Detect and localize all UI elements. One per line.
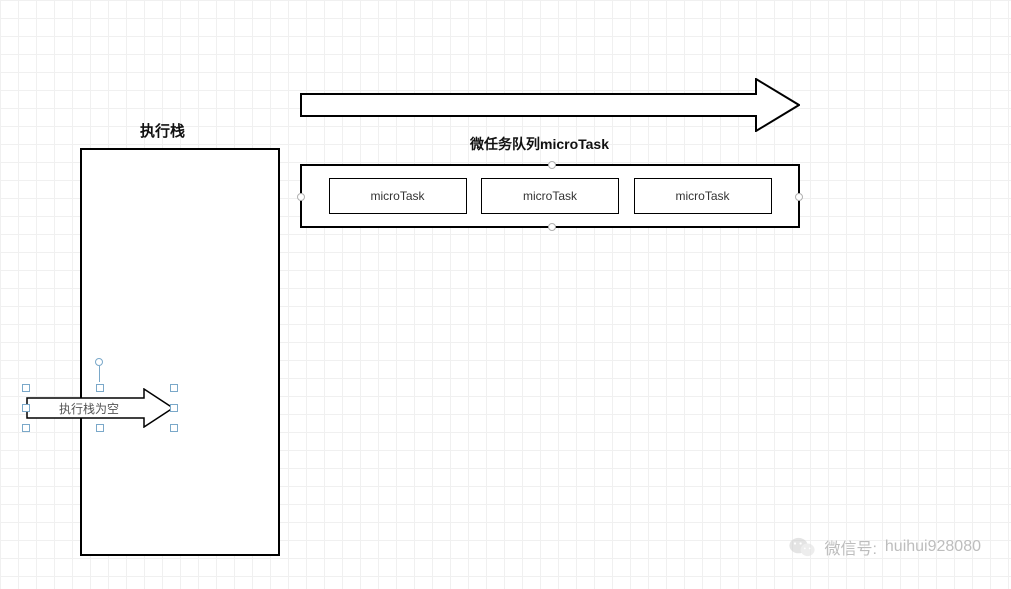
microtask-item-label: microTask xyxy=(523,189,577,203)
connection-point-w[interactable] xyxy=(297,193,305,201)
connection-point-n[interactable] xyxy=(548,161,556,169)
microtask-item-label: microTask xyxy=(675,189,729,203)
microtask-item-label: microTask xyxy=(370,189,424,203)
connection-point-s[interactable] xyxy=(548,223,556,231)
selection-handle-se[interactable] xyxy=(170,424,178,432)
selection-rotate-handle[interactable] xyxy=(95,358,103,366)
selection-handle-s[interactable] xyxy=(96,424,104,432)
selection-handle-sw[interactable] xyxy=(22,424,30,432)
stack-empty-arrow[interactable]: 执行栈为空 xyxy=(26,388,174,428)
selection-handle-w[interactable] xyxy=(22,404,30,412)
selection-handle-n[interactable] xyxy=(96,384,104,392)
watermark-id: huihui928080 xyxy=(885,538,981,556)
microtask-queue-label: 微任务队列microTask xyxy=(470,134,609,154)
execution-stack-label: 执行栈 xyxy=(140,120,185,141)
execution-stack-box[interactable] xyxy=(80,148,280,556)
watermark-prefix: 微信号: xyxy=(824,535,876,559)
selection-rotate-line xyxy=(99,366,100,382)
queue-flow-arrow[interactable] xyxy=(300,78,800,132)
microtask-item[interactable]: microTask xyxy=(329,178,467,214)
wechat-watermark: 微信号: huihui928080 xyxy=(788,533,981,561)
selection-handle-ne[interactable] xyxy=(170,384,178,392)
connection-point-e[interactable] xyxy=(795,193,803,201)
selection-handle-nw[interactable] xyxy=(22,384,30,392)
selection-handle-e[interactable] xyxy=(170,404,178,412)
microtask-item[interactable]: microTask xyxy=(481,178,619,214)
wechat-icon xyxy=(788,533,816,561)
microtask-item[interactable]: microTask xyxy=(634,178,772,214)
microtask-queue-box[interactable]: microTask microTask microTask xyxy=(300,164,800,228)
